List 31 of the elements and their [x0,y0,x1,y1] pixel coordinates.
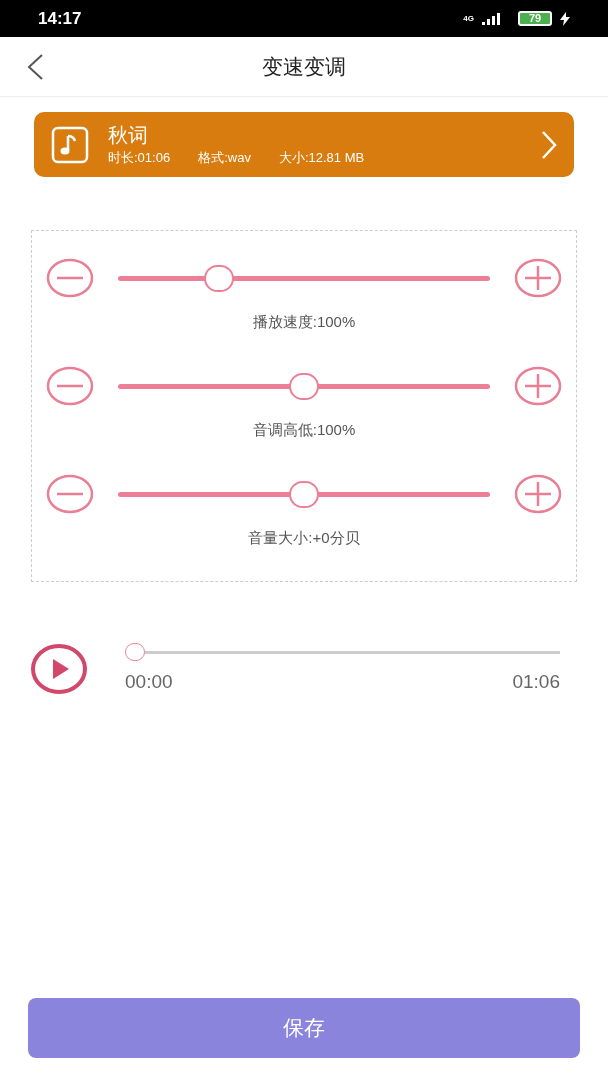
minus-icon[interactable] [46,366,94,406]
file-format: 格式:wav [198,148,251,167]
charging-icon [560,11,570,26]
slider-thumb[interactable] [203,264,234,292]
minus-icon[interactable] [46,258,94,298]
slider-label: 播放速度:100% [252,312,356,332]
minus-icon[interactable] [46,474,94,514]
chevron-right-icon [541,130,557,159]
battery-level: 79 [518,11,552,26]
page-title: 变速变调 [262,53,346,80]
file-name: 秋词 [108,122,149,148]
file-card[interactable]: 秋词 时长:01:06 格式:wav 大小:12.81 MB [34,112,574,177]
current-time: 00:00 [125,670,173,694]
signal-icon [482,12,502,25]
file-size: 大小:12.81 MB [278,148,365,167]
network-type: 4G [463,12,474,25]
plus-icon[interactable] [514,366,562,406]
slider-label: 音量大小:+0分贝 [248,528,360,548]
plus-icon[interactable] [514,474,562,514]
slider-thumb[interactable] [289,372,319,400]
plus-icon[interactable] [514,258,562,298]
back-icon[interactable] [26,53,44,80]
file-duration: 时长:01:06 [108,148,171,167]
play-icon[interactable] [30,643,88,696]
music-note-icon [51,125,89,164]
slider-thumb[interactable] [289,480,319,508]
save-button[interactable]: 保存 [28,998,580,1058]
progress-thumb[interactable] [125,643,145,661]
total-time: 01:06 [512,670,560,694]
slider-label: 音调高低:100% [252,420,356,440]
status-time: 14:17 [38,7,82,30]
